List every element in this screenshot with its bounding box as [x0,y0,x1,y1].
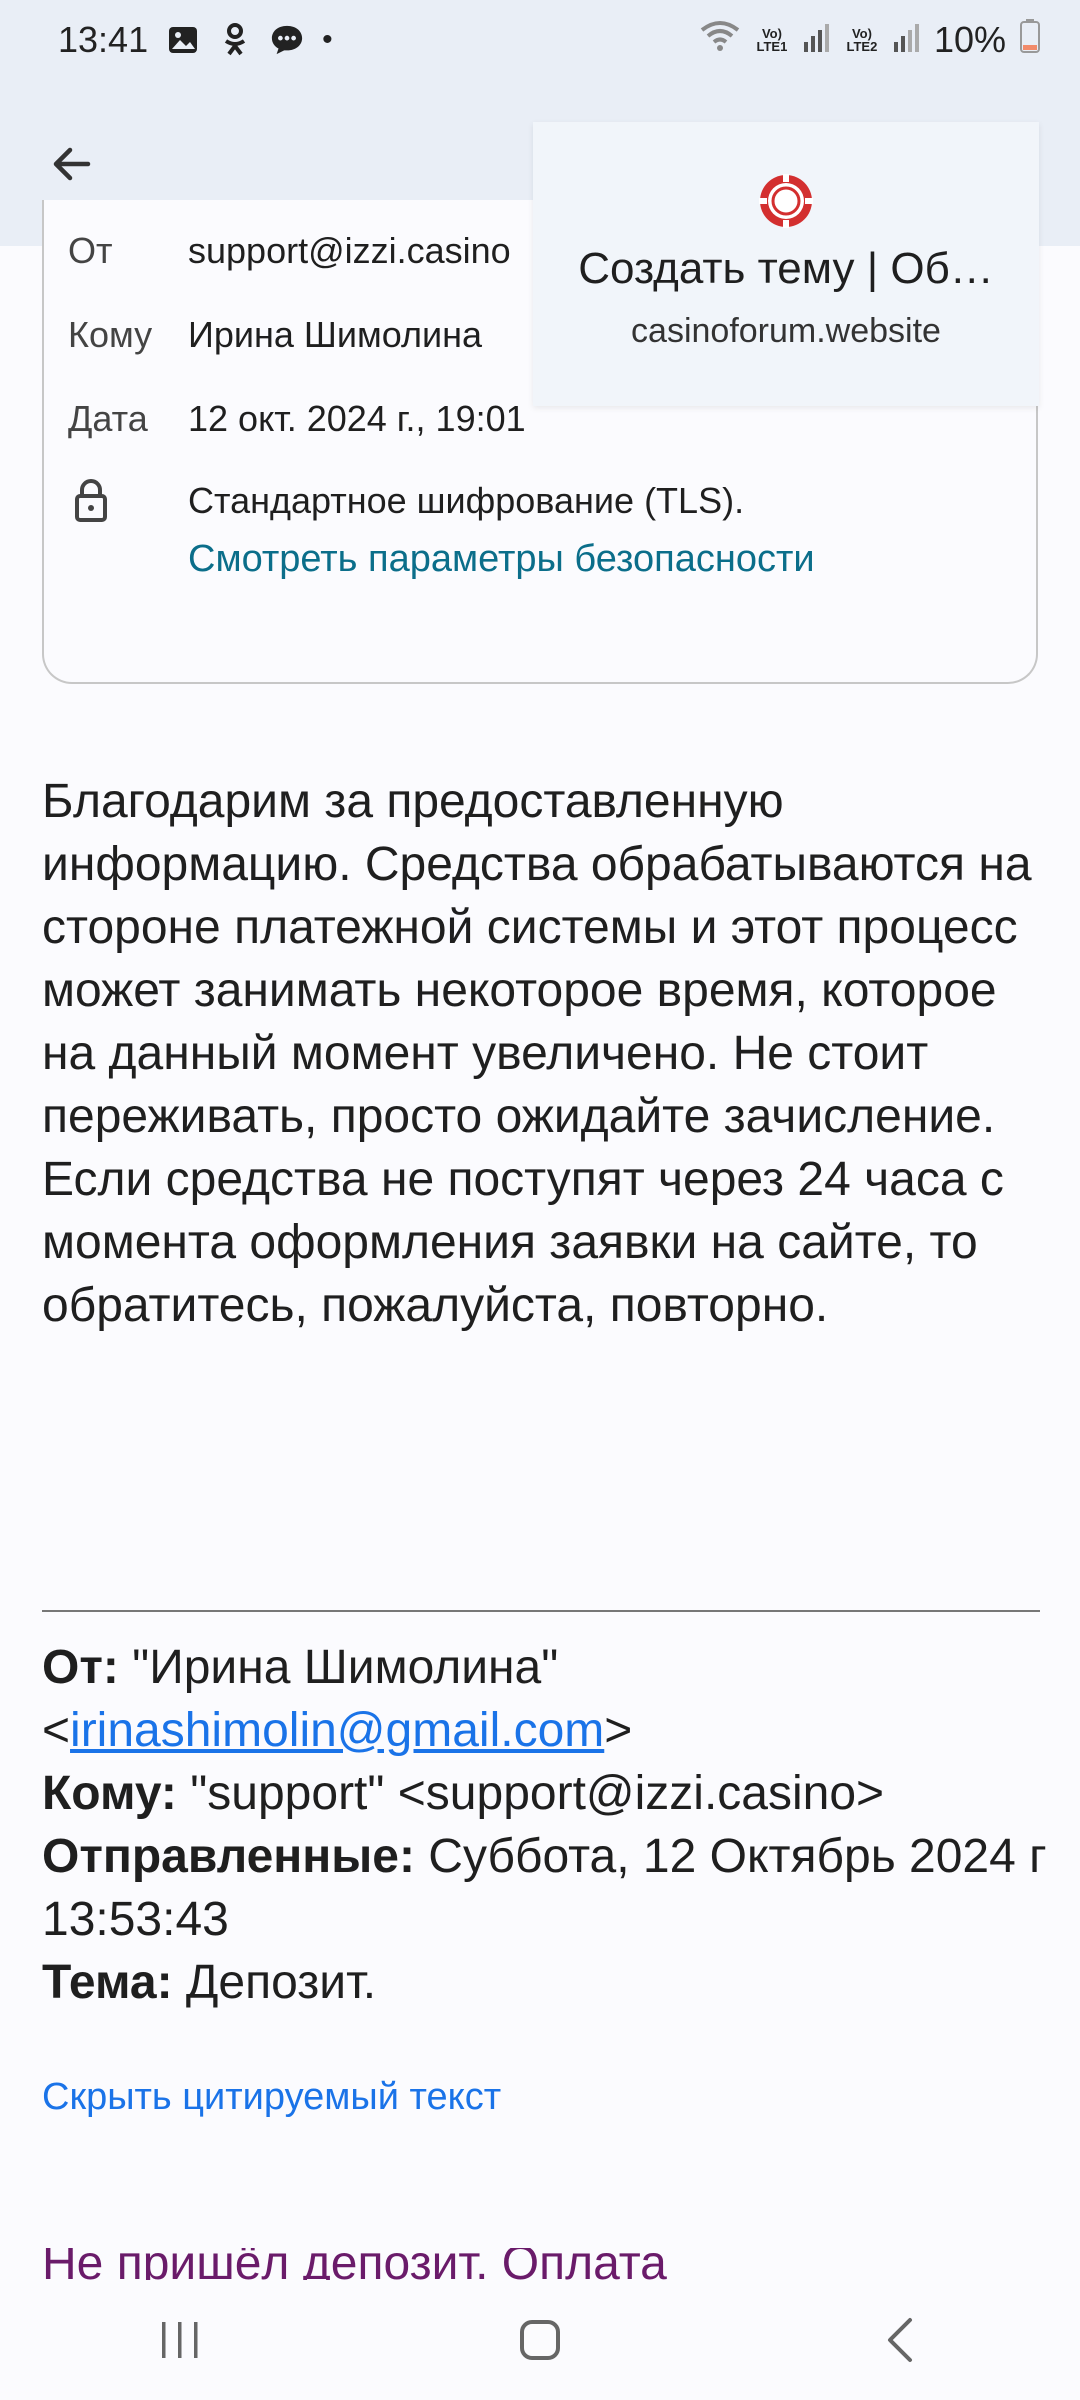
quoted-sent-label: Отправленные: [42,1830,415,1883]
back-button[interactable] [40,132,104,196]
quoted-from-label: От: [42,1641,119,1694]
status-bar: 13:41 • Vo) LTE1 Vo) LTE2 10% [0,0,1080,80]
lock-icon [75,479,107,522]
security-settings-link[interactable]: Смотреть параметры безопасности [188,538,815,581]
navigation-bar [0,2280,1080,2400]
arrow-back-icon [53,147,91,181]
status-right: Vo) LTE1 Vo) LTE2 10% [700,18,1040,62]
quoted-subject-label: Тема: [42,1956,173,2009]
popup-site: casinoforum.website [631,312,941,350]
to-label: Кому [68,314,153,355]
from-value: support@izzi.casino [188,230,511,271]
encryption-text: Стандартное шифрование (TLS). [188,480,745,521]
quoted-to-value: "support" <support@izzi.casino> [190,1767,885,1820]
date-label: Дата [68,398,148,439]
dot-icon: • [322,23,333,56]
quoted-sent-line: Отправленные: Суббота, 12 Октябрь 2024 г… [42,1825,1052,1951]
message-icon [270,23,304,57]
to-value: Ирина Шимолина [188,314,483,355]
system-back-button[interactable] [855,2300,945,2380]
home-icon [520,2320,560,2360]
wifi-icon [700,19,740,61]
from-label: От [68,230,113,271]
sim2-label: Vo) LTE2 [846,26,878,54]
quoted-to-line: Кому: "support" <support@izzi.casino> [42,1762,1052,1825]
hide-quoted-text-link[interactable]: Скрыть цитируемый текст [42,2076,501,2119]
quoted-subject-value: Депозит. [185,1956,377,2009]
message-body: Благодарим за предоставленную информацию… [42,775,1032,1332]
home-button[interactable] [495,2300,585,2380]
status-left: 13:41 • [58,19,333,61]
recent-apps-icon [162,2322,198,2358]
odnoklassniki-icon [218,23,252,57]
date-value: 12 окт. 2024 г., 19:01 [188,398,526,439]
quoted-cut-text: Не пришёл депозит. Оплата [42,2248,1042,2280]
link-preview-popup[interactable]: Создать тему | Об… casinoforum.website [533,122,1039,406]
sim1-label: Vo) LTE1 [756,26,788,54]
quoted-from-line: От: "Ирина Шимолина" <irinashimolin@gmai… [42,1641,633,1757]
casino-chip-icon [759,174,813,228]
quoted-from-email-link[interactable]: irinashimolin@gmail.com [70,1704,604,1757]
gallery-icon [166,23,200,57]
battery-text: 10% [933,19,1006,60]
quote-divider [42,1610,1040,1612]
signal-icon [893,19,920,61]
status-time: 13:41 [58,19,149,60]
recent-apps-button[interactable] [135,2300,225,2380]
quoted-header: От: "Ирина Шимолина" <irinashimolin@gmai… [42,1636,1052,2014]
quoted-subject-line: Тема: Депозит. [42,1951,1052,2014]
quoted-from-name: "Ирина Шимолина" [132,1641,559,1694]
quoted-cut-text-content: Не пришёл депозит. Оплата [42,2248,667,2280]
battery-icon [1020,18,1040,62]
quoted-to-label: Кому: [42,1767,177,1820]
signal-icon [803,19,830,61]
chevron-left-icon [888,2318,912,2362]
popup-title: Создать тему | Об… [578,244,994,293]
